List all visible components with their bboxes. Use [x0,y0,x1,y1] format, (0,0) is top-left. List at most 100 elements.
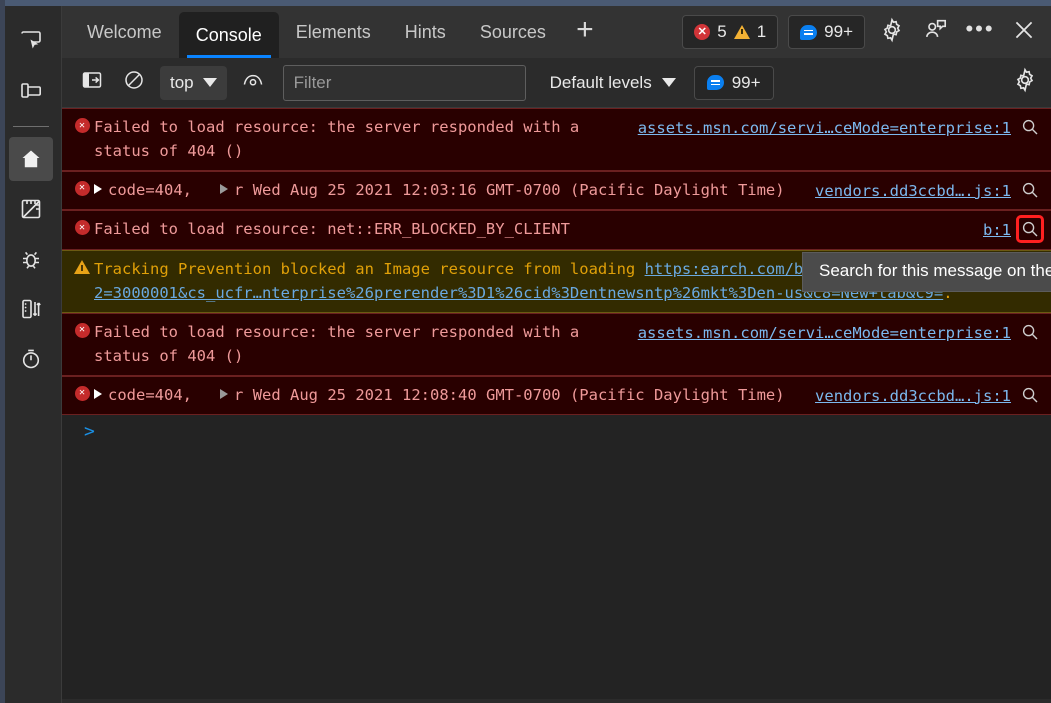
inspect-element-button[interactable] [9,18,53,62]
eye-icon [241,69,265,96]
console-message-row[interactable]: ✕ code=404, r Wed Aug 25 2021 12:03:16 G… [62,171,1051,210]
object-type: r [234,181,243,199]
tab-console-label: Console [196,25,262,46]
settings-button[interactable] [875,15,909,49]
feedback-button[interactable] [919,15,953,49]
console-sidebar-toggle-button[interactable] [76,67,108,99]
console-bottom-strip [62,699,1051,703]
clear-console-icon [123,69,145,96]
error-severity-icon: ✕ [70,383,94,401]
elements-ruler-icon [19,197,43,221]
expand-triangle-icon[interactable] [220,389,228,399]
tab-sources-label: Sources [480,22,546,43]
prompt-chevron-icon: > [84,423,95,441]
expand-triangle-icon[interactable] [94,389,102,399]
console-message-text: code=404, r Wed Aug 25 2021 12:03:16 GMT… [94,178,815,202]
context-selector[interactable]: top [160,66,227,100]
console-message-row[interactable]: ✕ Failed to load resource: the server re… [62,108,1051,171]
log-levels-selector[interactable]: Default levels [544,66,682,100]
context-selector-value: top [170,73,194,93]
device-emulation-button[interactable] [9,68,53,112]
bug-icon [19,247,43,271]
devtools-main: Welcome Console Elements Hints Sources [62,6,1051,703]
console-message-meta: assets.msn.com/servi…ceMode=enterprise:1 [638,320,1041,345]
console-message-row[interactable]: ✕ code=404, r Wed Aug 25 2021 12:08:40 G… [62,376,1051,415]
gear-icon [879,17,905,48]
tab-console[interactable]: Console [179,12,279,58]
error-icon: ✕ [694,24,710,40]
device-emulation-icon [19,78,43,102]
warning-icon [734,25,750,39]
close-icon [1011,17,1037,48]
sidebar-item-performance[interactable] [9,337,53,381]
console-issues-badge[interactable]: 99+ [694,66,774,100]
tab-elements[interactable]: Elements [279,6,388,58]
tab-bar-actions: ✕ 5 1 99+ [682,6,1051,58]
error-severity-icon: ✕ [70,320,94,338]
console-message-list: ✕ Failed to load resource: the server re… [62,108,1051,699]
source-link[interactable]: assets.msn.com/servi…ceMode=enterprise:1 [638,321,1011,345]
source-link[interactable]: vendors.dd3ccbd….js:1 [815,384,1011,408]
issues-badge[interactable]: 99+ [788,15,865,49]
object-prefix: code=404, [108,386,192,404]
message-bubble-icon [800,25,817,40]
tab-welcome-label: Welcome [87,22,162,43]
add-tab-button[interactable]: + [563,6,607,58]
chevron-down-icon [662,78,676,87]
console-message-row[interactable]: ✕ Failed to load resource: the server re… [62,313,1051,376]
more-tools-button[interactable]: ••• [963,15,997,49]
console-message-meta: vendors.dd3ccbd….js:1 [815,383,1041,408]
stopwatch-icon [19,347,43,371]
source-link[interactable]: b:1 [983,218,1011,242]
search-web-icon[interactable] [1019,321,1041,343]
url-part-1: https: [645,260,701,278]
close-devtools-button[interactable] [1007,15,1041,49]
sidebar-toggle-icon [81,69,103,96]
console-issues-count: 99+ [732,73,761,93]
issues-count: 99+ [824,22,853,42]
home-icon [19,147,43,171]
expand-triangle-icon[interactable] [94,184,102,194]
activity-bar [0,6,62,703]
tab-bar: Welcome Console Elements Hints Sources [62,6,1051,58]
tab-sources[interactable]: Sources [463,6,563,58]
console-message-text: Failed to load resource: the server resp… [94,115,638,164]
inspect-element-icon [19,28,43,52]
console-toolbar: top Default levels [62,58,1051,108]
tab-hints[interactable]: Hints [388,6,463,58]
error-severity-icon: ✕ [70,217,94,235]
clear-console-button[interactable] [118,67,150,99]
search-web-icon[interactable] [1019,218,1041,240]
search-web-icon[interactable] [1019,179,1041,201]
filter-input[interactable] [283,65,526,101]
console-message-text: Failed to load resource: net::ERR_BLOCKE… [94,217,983,241]
expand-triangle-icon[interactable] [220,184,228,194]
object-type: r [234,386,243,404]
window-left-edge [0,0,5,703]
error-severity-icon: ✕ [70,115,94,133]
tab-welcome[interactable]: Welcome [70,6,179,58]
error-warning-badge[interactable]: ✕ 5 1 [682,15,778,49]
console-message-meta: vendors.dd3ccbd….js:1 [815,178,1041,203]
sidebar-item-network[interactable] [9,287,53,331]
source-link[interactable]: vendors.dd3ccbd….js:1 [815,179,1011,203]
error-severity-icon: ✕ [70,178,94,196]
search-web-icon[interactable] [1019,384,1041,406]
warning-text: Tracking Prevention blocked an Image res… [94,260,645,278]
console-settings-button[interactable] [1009,67,1041,99]
console-prompt[interactable]: > [62,415,1051,699]
console-message-row[interactable]: ✕ Failed to load resource: net::ERR_BLOC… [62,210,1051,249]
object-value: Wed Aug 25 2021 12:08:40 GMT-0700 (Pacif… [253,386,785,404]
console-message-meta: b:1 [983,217,1041,242]
sidebar-item-welcome-home[interactable] [9,137,53,181]
source-link[interactable]: assets.msn.com/servi…ceMode=enterprise:1 [638,116,1011,140]
warning-count: 1 [757,22,766,42]
log-levels-label: Default levels [550,73,652,93]
error-count: 5 [717,22,726,42]
search-web-icon[interactable] [1019,116,1041,138]
sidebar-item-elements[interactable] [9,187,53,231]
activity-bar-divider [13,126,49,127]
sidebar-item-debugger[interactable] [9,237,53,281]
live-expression-button[interactable] [237,67,269,99]
devtools-window: Welcome Console Elements Hints Sources [0,0,1051,703]
